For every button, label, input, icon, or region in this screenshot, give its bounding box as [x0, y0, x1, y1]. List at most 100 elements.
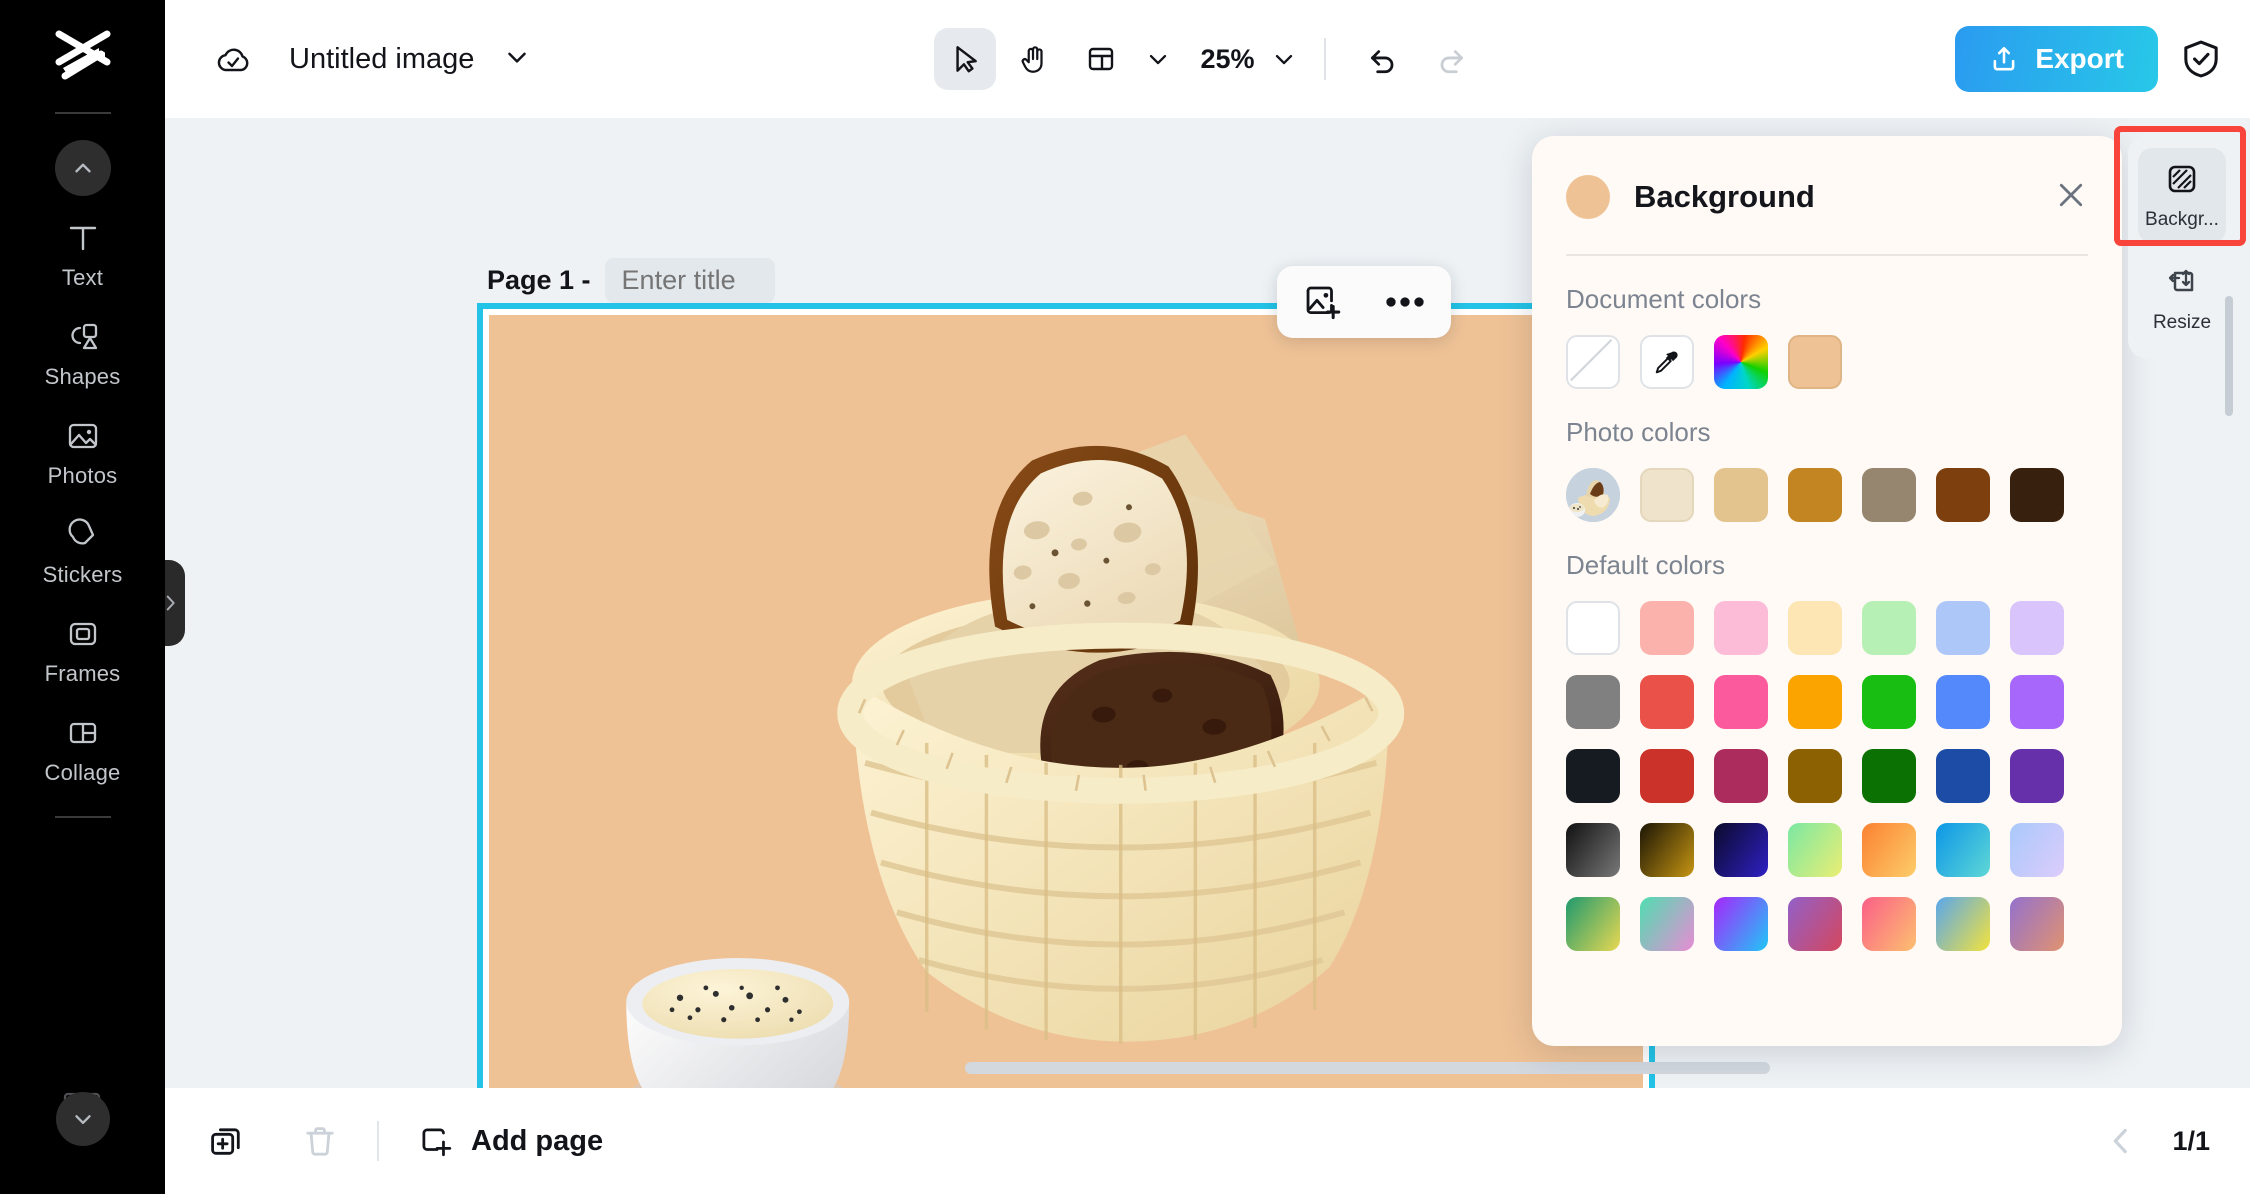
default-color-swatch[interactable] — [1566, 749, 1620, 803]
default-color-swatch[interactable] — [1936, 675, 1990, 729]
default-color-swatch[interactable] — [1566, 601, 1620, 655]
default-color-swatch[interactable] — [1714, 823, 1768, 877]
photo-color-swatch[interactable] — [2010, 468, 2064, 522]
photo-color-swatch[interactable] — [1862, 468, 1916, 522]
sidebar-collapse-button[interactable] — [54, 140, 111, 196]
close-icon[interactable] — [2054, 178, 2088, 217]
capcut-logo-icon[interactable] — [53, 30, 113, 86]
page-title-input[interactable] — [604, 258, 775, 303]
default-color-swatch[interactable] — [1640, 897, 1694, 951]
topbar-right-group: Export — [1955, 26, 2222, 92]
default-color-swatch[interactable] — [1936, 897, 1990, 951]
default-color-swatch[interactable] — [1640, 675, 1694, 729]
default-color-swatch[interactable] — [1788, 897, 1842, 951]
page-canvas[interactable] — [489, 315, 1643, 1088]
default-color-swatch[interactable] — [1566, 675, 1620, 729]
hand-tool-button[interactable] — [1002, 28, 1064, 90]
default-color-swatch[interactable] — [2010, 823, 2064, 877]
default-color-swatch[interactable] — [1788, 675, 1842, 729]
panel-divider — [1566, 254, 2088, 256]
horizontal-scrollbar[interactable] — [965, 1062, 1770, 1074]
default-color-swatch[interactable] — [1862, 675, 1916, 729]
default-color-swatch[interactable] — [2010, 749, 2064, 803]
select-tool-button[interactable] — [933, 28, 996, 90]
default-color-swatch[interactable] — [1862, 823, 1916, 877]
undo-icon — [1370, 50, 1393, 74]
default-color-swatch[interactable] — [1936, 823, 1990, 877]
default-color-swatch[interactable] — [1714, 675, 1768, 729]
default-color-swatch[interactable] — [1936, 749, 1990, 803]
zoom-control[interactable]: 25% — [1190, 44, 1298, 75]
default-color-swatch[interactable] — [1714, 897, 1768, 951]
default-color-swatch[interactable] — [1862, 749, 1916, 803]
redo-button[interactable] — [1420, 28, 1482, 90]
no-color-swatch[interactable] — [1566, 335, 1620, 389]
sidebar-item-shapes[interactable]: Shapes — [0, 295, 165, 394]
default-color-swatch[interactable] — [1640, 823, 1694, 877]
duplicate-page-button[interactable] — [207, 1122, 245, 1160]
default-color-swatch[interactable] — [1862, 897, 1916, 951]
document-colors-heading: Document colors — [1566, 284, 1762, 314]
hand-icon — [1021, 46, 1043, 73]
add-image-icon[interactable] — [1303, 283, 1341, 321]
add-page-button[interactable]: Add page — [417, 1123, 603, 1159]
zoom-dropdown-button[interactable] — [1270, 45, 1298, 73]
sidebar-item-frames[interactable]: Frames — [0, 592, 165, 691]
current-color-swatch[interactable] — [1788, 335, 1842, 389]
photo-color-swatch[interactable] — [1788, 468, 1842, 522]
sidebar-item-stickers[interactable]: Stickers — [0, 493, 165, 592]
default-colors-heading: Default colors — [1566, 550, 1725, 580]
prev-page-button[interactable] — [2104, 1124, 2138, 1158]
default-color-swatch[interactable] — [1640, 749, 1694, 803]
page-label-group: Page 1 - — [487, 258, 775, 303]
default-color-swatch[interactable] — [1640, 601, 1694, 655]
default-color-swatch[interactable] — [2010, 897, 2064, 951]
document-title[interactable]: Untitled image — [289, 43, 474, 76]
default-color-swatch[interactable] — [2010, 601, 2064, 655]
stickers-icon — [63, 515, 103, 555]
default-color-swatch[interactable] — [1566, 897, 1620, 951]
sidebar-item-label: Shapes — [44, 364, 121, 389]
left-sidebar: Text Shapes Photos Stickers Frames Colla… — [0, 0, 165, 1194]
sidebar-item-text[interactable]: Text — [0, 196, 165, 295]
dock-scrollbar[interactable] — [2225, 296, 2233, 416]
chevron-down-icon[interactable] — [502, 42, 532, 77]
default-color-swatch[interactable] — [2010, 675, 2064, 729]
delete-page-button[interactable] — [301, 1122, 339, 1160]
photo-color-swatch[interactable] — [1714, 468, 1768, 522]
chevron-left-icon — [2114, 1128, 2128, 1154]
dock-item-label: Backgr... — [2145, 209, 2219, 230]
default-color-swatch[interactable] — [1788, 601, 1842, 655]
photo-color-swatch[interactable] — [1936, 468, 1990, 522]
current-background-swatch — [1566, 175, 1610, 219]
dock-item-background[interactable]: Backgr... — [2138, 148, 2226, 243]
export-button[interactable]: Export — [1955, 26, 2158, 92]
page-nav-group: 1/1 — [2104, 1124, 2210, 1158]
default-color-swatch[interactable] — [1788, 749, 1842, 803]
canvas-selection-frame[interactable] — [477, 303, 1655, 1088]
shapes-icon — [63, 317, 103, 357]
sidebar-expand-button[interactable] — [55, 1092, 110, 1146]
photo-colors-row — [1566, 468, 2088, 522]
color-picker-swatch[interactable] — [1714, 335, 1768, 389]
default-color-swatch[interactable] — [1566, 823, 1620, 877]
cloud-check-icon[interactable] — [213, 39, 253, 79]
default-color-swatch[interactable] — [1788, 823, 1842, 877]
canvas-tools-group: 25% — [933, 28, 1482, 90]
default-color-swatch[interactable] — [1862, 601, 1916, 655]
sidebar-item-photos[interactable]: Photos — [0, 394, 165, 493]
default-color-swatch[interactable] — [1936, 601, 1990, 655]
photo-color-swatch[interactable] — [1640, 468, 1694, 522]
shield-check-icon[interactable] — [2180, 38, 2222, 80]
dock-item-resize[interactable]: Resize — [2138, 251, 2226, 346]
more-horizontal-icon[interactable] — [1385, 295, 1425, 309]
photo-thumbnail-swatch[interactable] — [1566, 468, 1620, 522]
layout-dropdown-button[interactable] — [1138, 28, 1178, 90]
undo-button[interactable] — [1352, 28, 1414, 90]
layout-button[interactable] — [1070, 28, 1132, 90]
eyedropper-swatch[interactable] — [1640, 335, 1694, 389]
default-color-swatch[interactable] — [1714, 749, 1768, 803]
sidebar-item-collage[interactable]: Collage — [0, 691, 165, 790]
default-color-swatch[interactable] — [1714, 601, 1768, 655]
chevron-down-icon — [1149, 54, 1166, 65]
